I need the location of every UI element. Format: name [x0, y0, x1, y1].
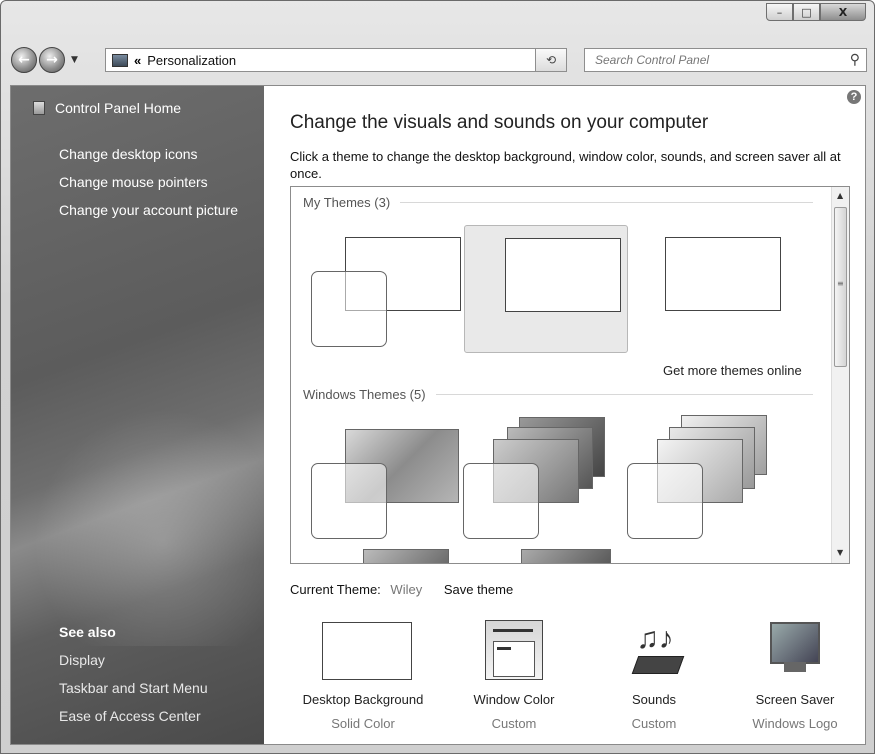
sidebar: Control Panel Home Change desktop icons … [11, 86, 264, 744]
back-button[interactable]: ← [11, 47, 37, 73]
window-color-value: Custom [491, 716, 537, 731]
window-color-label: Window Color [473, 692, 555, 707]
theme-color-swatch [463, 463, 539, 539]
see-also-section: See also Display Taskbar and Start Menu … [59, 622, 208, 734]
get-more-themes-link[interactable]: Get more themes online [663, 363, 802, 378]
breadcrumb-chevron[interactable]: « [134, 53, 141, 68]
refresh-icon: ⟲ [545, 53, 557, 67]
windows-theme-5-partial[interactable] [521, 549, 611, 563]
address-bar[interactable]: « Personalization ▼ [105, 48, 561, 72]
theme-color-swatch [311, 271, 387, 347]
group-divider [400, 202, 813, 203]
control-panel-home-label: Control Panel Home [55, 100, 182, 116]
back-arrow-icon: ← [18, 52, 30, 68]
sidebar-tasks: Change desktop icons Change mouse pointe… [59, 144, 238, 228]
windows-themes-group: Windows Themes (5) [303, 387, 813, 402]
close-button[interactable]: X [820, 3, 866, 21]
scrollbar-grip-icon: ≡ [837, 279, 844, 288]
forward-arrow-icon: → [46, 52, 58, 68]
theme-list: My Themes (3) Get more themes online Win… [290, 186, 850, 564]
sounds-icon: ♫♪ [623, 624, 687, 678]
windows-theme-2[interactable] [463, 417, 623, 547]
my-themes-group: My Themes (3) [303, 195, 813, 210]
page-description: Click a theme to change the desktop back… [290, 149, 841, 181]
control-panel-home-link[interactable]: Control Panel Home [33, 100, 181, 116]
theme-color-swatch [311, 463, 387, 539]
screen-saver-icon [770, 622, 820, 664]
screen-saver-label: Screen Saver [755, 692, 835, 707]
sidebar-swirl-decoration [11, 386, 264, 646]
chevron-down-icon: ▼ [71, 55, 78, 65]
minimize-button[interactable]: – [766, 3, 793, 21]
windows-theme-3[interactable] [627, 415, 787, 547]
display-link[interactable]: Display [59, 650, 208, 678]
screen-saver-value: Windows Logo [752, 716, 838, 731]
desktop-background-icon [322, 622, 412, 680]
scroll-up-arrow-icon[interactable]: ▲ [837, 191, 843, 200]
current-theme-value: Wiley [390, 582, 423, 597]
change-mouse-pointers-link[interactable]: Change mouse pointers [59, 172, 238, 200]
windows-themes-header: Windows Themes (5) [303, 387, 426, 402]
window-controls: – □ X [766, 3, 866, 21]
refresh-button[interactable]: ⟲ [535, 48, 567, 72]
taskbar-start-menu-link[interactable]: Taskbar and Start Menu [59, 678, 208, 706]
forward-button[interactable]: → [39, 47, 65, 73]
search-placeholder: Search Control Panel [595, 53, 710, 67]
sounds-value: Custom [631, 716, 677, 731]
theme-list-scrollbar[interactable]: ▲ ≡ ▼ [831, 187, 849, 563]
navigation-bar: ← → ▼ « Personalization ▼ ⟲ Search Contr… [11, 45, 867, 75]
window-color-icon [485, 620, 543, 680]
theme-preview-frame [665, 237, 781, 311]
monitor-stand-icon [784, 662, 806, 672]
ease-of-access-link[interactable]: Ease of Access Center [59, 706, 208, 734]
breadcrumb-personalization[interactable]: Personalization [147, 53, 236, 68]
group-divider [435, 394, 813, 395]
maximize-button[interactable]: □ [793, 3, 820, 21]
search-input[interactable]: Search Control Panel ⚲ [584, 48, 867, 72]
search-icon[interactable]: ⚲ [850, 51, 860, 68]
desktop-background-value: Solid Color [331, 716, 395, 731]
current-theme-label: Current Theme: [290, 582, 381, 597]
windows-theme-1[interactable] [301, 417, 461, 547]
sounds-label: Sounds [631, 692, 677, 707]
main-panel: ? Change the visuals and sounds on your … [264, 86, 865, 744]
save-theme-link[interactable]: Save theme [444, 582, 513, 597]
my-theme-1[interactable] [301, 227, 461, 347]
scroll-down-arrow-icon[interactable]: ▼ [837, 548, 843, 557]
my-theme-3[interactable] [629, 227, 789, 347]
page-title: Change the visuals and sounds on your co… [290, 112, 709, 133]
change-account-picture-link[interactable]: Change your account picture [59, 200, 238, 228]
help-icon[interactable]: ? [847, 90, 861, 104]
see-also-header: See also [59, 624, 116, 640]
content-area: Control Panel Home Change desktop icons … [10, 85, 866, 745]
current-theme-bar: Current Theme: Wiley Save theme [290, 582, 513, 597]
theme-preview-frame [505, 238, 621, 312]
personalization-window: – □ X ← → ▼ « Personalization ▼ ⟲ Search… [0, 0, 875, 754]
my-theme-2[interactable] [464, 225, 628, 353]
theme-settings: Desktop Background Solid Color Window Co… [290, 620, 865, 731]
my-themes-header: My Themes (3) [303, 195, 391, 210]
theme-color-swatch [627, 463, 703, 539]
change-desktop-icons-link[interactable]: Change desktop icons [59, 144, 238, 172]
control-panel-home-icon [33, 101, 45, 115]
windows-theme-4-partial[interactable] [363, 549, 449, 563]
control-panel-icon [112, 53, 128, 67]
recent-pages-dropdown[interactable]: ▼ [71, 55, 78, 65]
desktop-background-label: Desktop Background [302, 692, 424, 707]
